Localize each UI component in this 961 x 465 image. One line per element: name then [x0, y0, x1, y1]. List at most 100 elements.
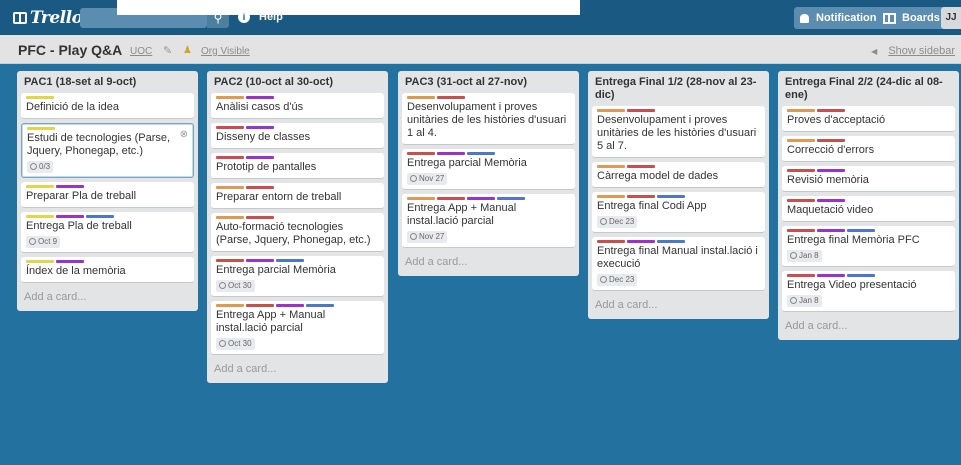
badge-text: 0/3 — [39, 162, 51, 171]
card-labels — [26, 260, 189, 263]
card[interactable]: Revisió memòria — [782, 166, 955, 192]
help-label: Help — [259, 11, 283, 23]
card-title: Correcció d'errors — [787, 144, 875, 156]
visibility-link[interactable]: Org Visible — [201, 46, 250, 57]
card-labels — [216, 259, 379, 262]
card[interactable]: Entrega final Codi App Dec 23 — [592, 192, 765, 233]
label-red — [627, 195, 655, 198]
list-title[interactable]: Entrega Final 1/2 (28-nov al 23-dic) — [592, 75, 765, 106]
label-red — [216, 156, 244, 159]
label-red — [407, 152, 435, 155]
info-icon: i — [238, 11, 250, 23]
add-card-link[interactable]: Add a card... — [21, 287, 194, 305]
badge-text: Nov 27 — [419, 232, 445, 241]
label-orange — [597, 165, 625, 168]
label-red — [787, 274, 815, 277]
label-blue — [306, 304, 334, 307]
card[interactable]: Índex de la memòria — [21, 257, 194, 283]
boards-button[interactable]: Boards — [877, 7, 946, 29]
card-title: Entrega parcial Memòria — [407, 157, 527, 169]
label-red — [787, 169, 815, 172]
card[interactable]: Proves d'acceptació — [782, 106, 955, 132]
card[interactable]: Correcció d'errors — [782, 136, 955, 162]
notifications-label: Notifications — [816, 12, 883, 24]
card[interactable]: Maquetació video — [782, 196, 955, 222]
card[interactable]: Entrega final Memòria PFC Jan 8 — [782, 226, 955, 267]
card-labels — [216, 96, 379, 99]
card[interactable]: Entrega Video presentació Jan 8 — [782, 271, 955, 312]
boards-icon — [883, 12, 896, 24]
clock-icon — [410, 175, 417, 182]
card-labels — [26, 185, 189, 188]
card-labels — [216, 126, 379, 129]
clock-icon — [29, 238, 36, 245]
clock-icon — [600, 218, 607, 225]
notifications-button[interactable]: Notifications — [794, 7, 889, 29]
due-date-badge: Jan 8 — [787, 250, 822, 262]
card-title: Entrega Video presentació — [787, 279, 917, 291]
card[interactable]: Entrega App + Manual instal.lació parcia… — [211, 301, 384, 355]
card-labels — [216, 304, 379, 307]
add-card-link[interactable]: Add a card... — [782, 316, 955, 334]
card[interactable]: Anàlisi casos d'ús — [211, 93, 384, 119]
close-icon[interactable]: ⊗ — [180, 129, 188, 140]
card[interactable]: Entrega Pla de treball Oct 9 — [21, 212, 194, 253]
list-title[interactable]: PAC2 (10-oct al 30-oct) — [211, 75, 384, 93]
label-red — [627, 165, 655, 168]
card-labels — [27, 127, 188, 130]
badge-text: Oct 30 — [228, 339, 252, 348]
trello-logo[interactable]: Trello — [13, 7, 83, 29]
label-yellow — [26, 96, 54, 99]
card-labels — [787, 109, 950, 112]
add-card-link[interactable]: Add a card... — [592, 295, 765, 313]
label-purple — [817, 199, 845, 202]
card[interactable]: Definició de la idea — [21, 93, 194, 119]
label-orange — [216, 216, 244, 219]
card[interactable]: Preparar entorn de treball — [211, 183, 384, 209]
card[interactable]: Desenvolupament i proves unitàries de le… — [592, 106, 765, 158]
label-blue — [497, 197, 525, 200]
list-title[interactable]: PAC3 (31-oct al 27-nov) — [402, 75, 575, 93]
show-sidebar-link[interactable]: ◀ Show sidebar — [871, 45, 955, 57]
card[interactable]: Preparar Pla de treball — [21, 182, 194, 208]
card[interactable]: Disseny de classes — [211, 123, 384, 149]
card[interactable]: Desenvolupament i proves unitàries de le… — [402, 93, 575, 145]
card-title: Índex de la memòria — [26, 265, 126, 277]
avatar[interactable]: JJ — [941, 7, 961, 29]
pencil-icon[interactable]: ✎ — [163, 44, 172, 57]
label-red — [246, 216, 274, 219]
due-date-badge: Oct 30 — [216, 280, 255, 292]
bell-icon — [800, 13, 809, 23]
help-link[interactable]: i Help — [238, 11, 283, 23]
card-title: Entrega App + Manual instal.lació parcia… — [407, 202, 517, 227]
list: Entrega Final 1/2 (28-nov al 23-dic) Dese… — [588, 71, 769, 319]
card-labels — [407, 152, 570, 155]
org-link[interactable]: UOC — [130, 46, 152, 57]
label-purple — [467, 197, 495, 200]
label-red — [627, 109, 655, 112]
list-title[interactable]: Entrega Final 2/2 (24-dic al 08-ene) — [782, 75, 955, 106]
card[interactable]: Entrega parcial Memòria Nov 27 — [402, 149, 575, 190]
card-labels — [407, 197, 570, 200]
label-yellow — [26, 260, 54, 263]
card-labels — [597, 165, 760, 168]
add-card-link[interactable]: Add a card... — [402, 252, 575, 270]
card[interactable]: Estudi de tecnologies (Parse, Jquery, Ph… — [21, 123, 194, 178]
card[interactable]: Auto-formació tecnologies (Parse, Jquery… — [211, 213, 384, 252]
label-blue — [276, 259, 304, 262]
label-purple — [56, 185, 84, 188]
label-yellow — [27, 127, 55, 130]
card[interactable]: Càrrega model de dades — [592, 162, 765, 188]
card[interactable]: Prototip de pantalles — [211, 153, 384, 179]
clock-icon — [600, 276, 607, 283]
card[interactable]: Entrega App + Manual instal.lació parcia… — [402, 194, 575, 248]
list-title[interactable]: PAC1 (18-set al 9-oct) — [21, 75, 194, 93]
card[interactable]: Entrega parcial Memòria Oct 30 — [211, 256, 384, 297]
board-title[interactable]: PFC - Play Q&A — [18, 42, 122, 58]
label-purple — [246, 96, 274, 99]
clock-icon — [219, 282, 226, 289]
add-card-link[interactable]: Add a card... — [211, 359, 384, 377]
badge-text: Oct 9 — [38, 237, 58, 246]
due-date-badge: Nov 27 — [407, 173, 448, 185]
card[interactable]: Entrega final Manual instal.lació i exec… — [592, 237, 765, 291]
